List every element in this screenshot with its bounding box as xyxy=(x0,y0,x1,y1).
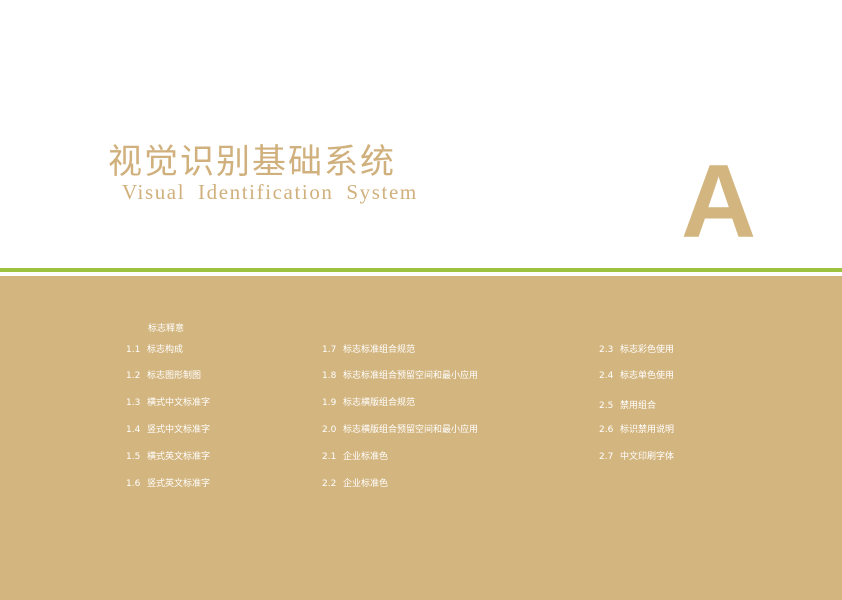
toc-item-label: 竖式英文标准字 xyxy=(147,479,211,489)
toc-item-label: 标志彩色使用 xyxy=(620,345,675,355)
toc-item-number: 1.5 xyxy=(126,452,141,462)
toc-item-2-2[interactable]: 2.2 企业标准色 xyxy=(322,476,388,489)
page-title-chinese: 视觉识别基础系统 xyxy=(108,142,396,182)
toc-heading: 标志释意 xyxy=(148,324,185,334)
section-letter: A xyxy=(681,144,757,260)
toc-item-number: 2.7 xyxy=(599,452,614,462)
toc-item-1-5[interactable]: 1.5 横式英文标准字 xyxy=(126,449,210,462)
toc-item-number: 2.4 xyxy=(599,371,614,381)
toc-item-number: 2.1 xyxy=(322,452,337,462)
toc-item-label: 标识禁用说明 xyxy=(620,425,675,435)
toc-item-label: 标志横版组合规范 xyxy=(343,398,416,408)
toc-item-label: 标志横版组合预留空间和最小应用 xyxy=(343,425,479,435)
toc-item-2-6[interactable]: 2.6 标识禁用说明 xyxy=(599,422,674,435)
toc-item-label: 标志标准组合规范 xyxy=(343,345,416,355)
toc-item-label: 横式英文标准字 xyxy=(147,452,211,462)
toc-item-label: 竖式中文标准字 xyxy=(147,425,211,435)
toc-item-label: 中文印刷字体 xyxy=(620,452,675,462)
toc-item-label: 企业标准色 xyxy=(343,479,389,489)
toc-item-label: 标志构成 xyxy=(147,345,184,355)
toc-item-1-4[interactable]: 1.4 竖式中文标准字 xyxy=(126,422,210,435)
toc-item-1-2[interactable]: 1.2 标志图形制图 xyxy=(126,368,201,381)
toc-item-number: 2.3 xyxy=(599,345,614,355)
toc-item-number: 2.5 xyxy=(599,401,614,411)
toc-item-2-3[interactable]: 2.3 标志彩色使用 xyxy=(599,342,674,355)
toc-item-number: 1.6 xyxy=(126,479,141,489)
toc-item-number: 2.2 xyxy=(322,479,337,489)
toc-item-label: 横式中文标准字 xyxy=(147,398,211,408)
toc-item-1-7[interactable]: 1.7 标志标准组合规范 xyxy=(322,342,415,355)
toc-panel xyxy=(0,276,842,600)
toc-item-1-3[interactable]: 1.3 横式中文标准字 xyxy=(126,395,210,408)
toc-item-1-1[interactable]: 1.1 标志构成 xyxy=(126,342,183,355)
toc-item-label: 标志标准组合预留空间和最小应用 xyxy=(343,371,479,381)
toc-item-2-1[interactable]: 2.1 企业标准色 xyxy=(322,449,388,462)
toc-item-2-0[interactable]: 2.0 标志横版组合预留空间和最小应用 xyxy=(322,422,478,435)
toc-item-label: 标志图形制图 xyxy=(147,371,202,381)
toc-item-number: 1.4 xyxy=(126,425,141,435)
toc-item-number: 1.9 xyxy=(322,398,337,408)
toc-item-label: 企业标准色 xyxy=(343,452,389,462)
toc-item-number: 1.3 xyxy=(126,398,141,408)
toc-item-2-7[interactable]: 2.7 中文印刷字体 xyxy=(599,449,674,462)
toc-item-1-6[interactable]: 1.6 竖式英文标准字 xyxy=(126,476,210,489)
toc-item-number: 2.0 xyxy=(322,425,337,435)
toc-item-2-4[interactable]: 2.4 标志单色使用 xyxy=(599,368,674,381)
toc-item-2-5[interactable]: 2.5 禁用组合 xyxy=(599,398,656,411)
toc-item-1-8[interactable]: 1.8 标志标准组合预留空间和最小应用 xyxy=(322,368,478,381)
toc-item-number: 1.8 xyxy=(322,371,337,381)
toc-item-number: 1.1 xyxy=(126,345,141,355)
toc-item-number: 1.7 xyxy=(322,345,337,355)
toc-item-1-9[interactable]: 1.9 标志横版组合规范 xyxy=(322,395,415,408)
green-divider-line xyxy=(0,268,842,272)
catalog-page: 视觉识别基础系统 Visual Identification System A … xyxy=(0,0,842,600)
toc-item-number: 1.2 xyxy=(126,371,141,381)
page-title-english: Visual Identification System xyxy=(122,180,418,204)
toc-item-label: 禁用组合 xyxy=(620,401,657,411)
toc-item-number: 2.6 xyxy=(599,425,614,435)
toc-item-label: 标志单色使用 xyxy=(620,371,675,381)
